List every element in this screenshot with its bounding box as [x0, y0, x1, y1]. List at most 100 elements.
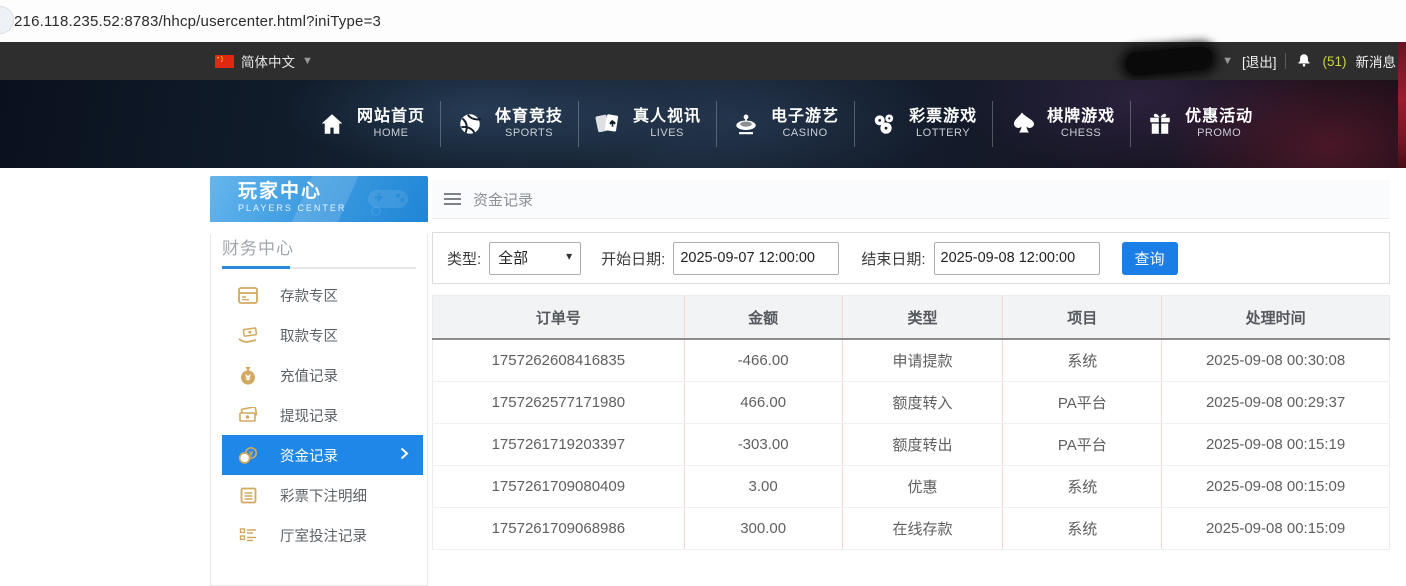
column-header: 订单号	[433, 296, 685, 340]
table-cell: 2025-09-08 00:29:37	[1162, 382, 1390, 424]
table-cell: 1757261719203397	[433, 424, 685, 466]
table-cell: 申请提款	[842, 339, 1003, 382]
nav-separator	[992, 101, 993, 147]
table-cell: -303.00	[684, 424, 842, 466]
table-row: 1757262608416835-466.00申请提款系统2025-09-08 …	[433, 339, 1390, 382]
nav-item-text: 网站首页HOME	[357, 107, 425, 141]
language-label: 简体中文	[241, 51, 295, 71]
nav-item-sports[interactable]: 体育竞技SPORTS	[456, 107, 563, 141]
sidebar-item-withdraw[interactable]: 取款专区	[222, 315, 423, 355]
nav-item-text: 优惠活动PROMO	[1185, 107, 1253, 141]
nav-separator	[578, 101, 579, 147]
nav-separator	[1130, 101, 1131, 147]
type-select-wrap: 全部	[489, 242, 581, 275]
end-date-label: 结束日期:	[861, 248, 925, 269]
table-row: 1757261719203397-303.00额度转出PA平台2025-09-0…	[433, 424, 1390, 466]
table-row: 17572617090804093.00优惠系统2025-09-08 00:15…	[433, 466, 1390, 508]
table-cell: 系统	[1003, 466, 1162, 508]
table-cell: PA平台	[1003, 424, 1162, 466]
sports-icon	[456, 110, 484, 138]
table-cell: 2025-09-08 00:15:09	[1162, 466, 1390, 508]
sidebar-item-label: 厅室投注记录	[280, 525, 367, 546]
nav-separator	[716, 101, 717, 147]
sidebar-item-lottery-detail[interactable]: 彩票下注明细	[222, 475, 423, 515]
table-cell: 1757262608416835	[433, 339, 685, 382]
nav-label-zh: 棋牌游戏	[1047, 107, 1115, 127]
logout-button[interactable]: [退出]	[1242, 51, 1277, 71]
table-cell: 在线存款	[842, 508, 1003, 550]
player-center-sidebar: 玩家中心 PLAYERS CENTER 财务中心 存款专区取款专区充值记录提现记…	[210, 176, 428, 586]
sidebar-item-room-bet[interactable]: 厅室投注记录	[222, 515, 423, 555]
background-red-streak	[1398, 42, 1406, 168]
lottery-balls-icon	[870, 110, 898, 138]
nav-item-text: 真人视讯LIVES	[633, 107, 701, 141]
table-cell: 额度转出	[842, 424, 1003, 466]
nav-item-lottery[interactable]: 彩票游戏LOTTERY	[870, 107, 977, 141]
message-count-badge[interactable]: (51)	[1322, 54, 1346, 69]
nav-item-text: 棋牌游戏CHESS	[1047, 107, 1115, 141]
nav-item-home[interactable]: 网站首页HOME	[318, 107, 425, 141]
table-cell: 2025-09-08 00:30:08	[1162, 339, 1390, 382]
section-underline	[222, 267, 416, 269]
breadcrumb: 资金记录	[432, 180, 1390, 219]
nav-separator	[854, 101, 855, 147]
sidebar-item-deposit[interactable]: 存款专区	[222, 275, 423, 315]
nav-item-lives[interactable]: 真人视讯LIVES	[594, 107, 701, 141]
start-date-input[interactable]	[673, 242, 839, 275]
sidebar-item-recharge[interactable]: 充值记录	[222, 355, 423, 395]
sidebar-item-label: 充值记录	[280, 365, 338, 386]
type-select[interactable]: 全部	[489, 242, 581, 275]
nav-separator	[440, 101, 441, 147]
table-header-row: 订单号金额类型项目处理时间	[433, 296, 1390, 340]
site-topbar: 简体中文 ▼ ▼ [退出] (51) 新消息	[0, 42, 1406, 80]
main-content: 资金记录 类型: 全部 开始日期: 结束日期: 查询 订单号金额类型项目处理时间…	[432, 180, 1390, 550]
chevron-right-icon	[400, 447, 409, 464]
sidebar-item-label: 提现记录	[280, 405, 338, 426]
query-button[interactable]: 查询	[1122, 242, 1178, 275]
end-date-input[interactable]	[934, 242, 1100, 275]
nav-item-chess[interactable]: 棋牌游戏CHESS	[1008, 107, 1115, 141]
nav-label-zh: 彩票游戏	[909, 107, 977, 127]
table-cell: 1757262577171980	[433, 382, 685, 424]
column-header: 金额	[684, 296, 842, 340]
table-cell: 优惠	[842, 466, 1003, 508]
table-cell: 1757261709080409	[433, 466, 685, 508]
language-selector[interactable]: 简体中文 ▼	[215, 51, 313, 71]
divider	[1285, 53, 1286, 69]
table-cell: 2025-09-08 00:15:19	[1162, 424, 1390, 466]
table-cell: 2025-09-08 00:15:09	[1162, 508, 1390, 550]
table-cell: 系统	[1003, 339, 1162, 382]
column-header: 处理时间	[1162, 296, 1390, 340]
nav-label-zh: 网站首页	[357, 107, 425, 127]
page-title: 资金记录	[473, 189, 533, 210]
sidebar-item-label: 资金记录	[280, 445, 338, 466]
account-chevron-down-icon[interactable]: ▼	[1222, 55, 1233, 67]
spade-icon	[1008, 110, 1036, 138]
funds-icon	[238, 446, 258, 464]
gift-icon	[1146, 110, 1174, 138]
menu-toggle-icon[interactable]	[444, 193, 461, 205]
browser-chrome-fragment	[0, 6, 14, 34]
funds-record-table: 订单号金额类型项目处理时间 1757262608416835-466.00申请提…	[432, 295, 1390, 550]
bell-icon[interactable]	[1295, 52, 1313, 70]
nav-item-casino[interactable]: 电子游艺CASINO	[732, 107, 839, 141]
sidebar-item-funds[interactable]: 资金记录	[222, 435, 423, 475]
room-bet-icon	[238, 526, 258, 544]
chevron-down-icon: ▼	[302, 55, 313, 67]
nav-label-en: LIVES	[650, 127, 684, 141]
nav-item-promo[interactable]: 优惠活动PROMO	[1146, 107, 1253, 141]
nav-item-text: 电子游艺CASINO	[771, 107, 839, 141]
table-cell: 300.00	[684, 508, 842, 550]
sidebar-header: 玩家中心 PLAYERS CENTER	[210, 176, 428, 222]
new-messages-link[interactable]: 新消息	[1356, 51, 1397, 71]
browser-address-bar[interactable]: 216.118.235.52:8783/hhcp/usercenter.html…	[0, 0, 1406, 43]
username-redacted[interactable]	[1124, 45, 1214, 77]
browser-url[interactable]: 216.118.235.52:8783/hhcp/usercenter.html…	[14, 13, 381, 30]
table-cell: 3.00	[684, 466, 842, 508]
nav-item-text: 彩票游戏LOTTERY	[909, 107, 977, 141]
sidebar-item-withdraw-record[interactable]: 提现记录	[222, 395, 423, 435]
table-cell: PA平台	[1003, 382, 1162, 424]
nav-label-en: LOTTERY	[916, 127, 970, 141]
nav-label-zh: 真人视讯	[633, 107, 701, 127]
nav-label-en: SPORTS	[505, 127, 553, 141]
